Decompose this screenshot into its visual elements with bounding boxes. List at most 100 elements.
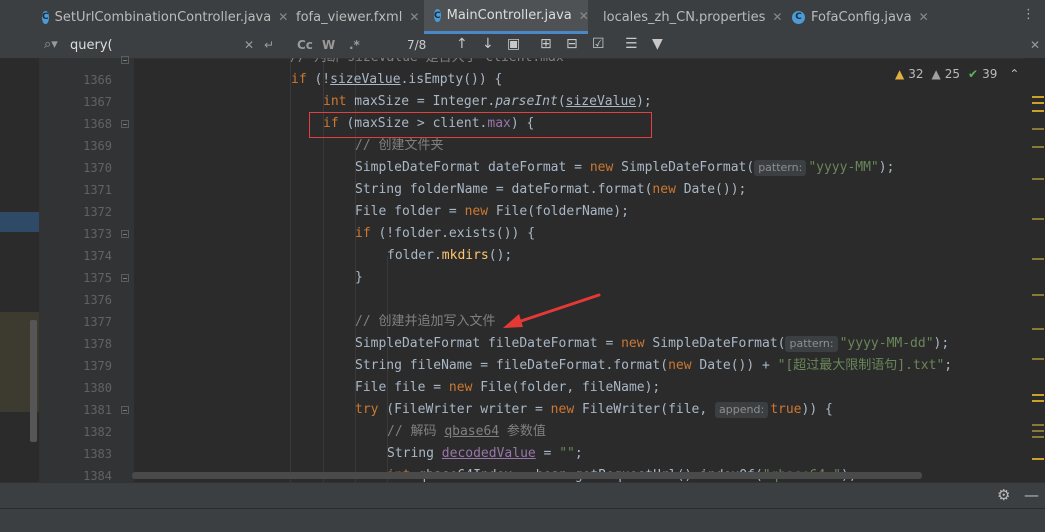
- marker[interactable]: [1032, 394, 1044, 396]
- tab-fofa-viewer-fxml[interactable]: fofa_viewer.fxml ✕: [290, 0, 419, 34]
- line-number: 1371: [83, 183, 112, 197]
- close-icon[interactable]: ✕: [409, 10, 419, 24]
- horizontal-scrollbar[interactable]: [132, 472, 922, 479]
- close-icon[interactable]: ✕: [772, 10, 782, 24]
- marker[interactable]: [1032, 258, 1044, 260]
- search-icon[interactable]: ⌕▾: [44, 37, 58, 52]
- java-class-icon: C: [42, 10, 49, 24]
- previous-occurrence-icon[interactable]: ↑: [456, 36, 468, 52]
- line-number: 1370: [83, 161, 112, 175]
- line-number: 1380: [83, 381, 112, 395]
- line-number: 1372: [83, 205, 112, 219]
- tab-label: fofa_viewer.fxml: [296, 9, 403, 25]
- regex-button[interactable]: .*: [349, 38, 360, 52]
- line-number: 1374: [83, 249, 112, 263]
- fold-marker-icon[interactable]: [121, 56, 129, 64]
- line-number: 1373: [83, 227, 112, 241]
- remove-occurrence-icon[interactable]: ⊟: [566, 36, 578, 52]
- new-line-icon[interactable]: ↵: [264, 38, 274, 52]
- marker[interactable]: [1032, 400, 1044, 402]
- filter-icon[interactable]: ▼: [652, 36, 663, 52]
- close-icon[interactable]: ✕: [278, 10, 288, 24]
- match-case-button[interactable]: Cc: [297, 38, 313, 52]
- inspection-widget[interactable]: ▲ 32 ▲ 25 ✔ 39 ⌃ ⌄: [895, 66, 1044, 82]
- line-number-gutter: 1366 1367 1368 1369 1370 1371 1372 1373 …: [40, 58, 134, 483]
- close-find-bar-icon[interactable]: ✕: [1030, 38, 1040, 52]
- line-number: 1368: [83, 117, 112, 131]
- code-line-1379: String fileName = fileDateFormat.format(…: [355, 358, 953, 373]
- warning-icon: ▲: [895, 67, 905, 81]
- code-line-1378: SimpleDateFormat fileDateFormat = new Si…: [355, 336, 950, 352]
- indent-guide: [290, 58, 291, 482]
- fold-marker-icon[interactable]: [121, 274, 129, 282]
- find-bar: ⌕▾ ✕ ↵ Cc W .* 7/8 ↑ ↓ ▣ ⊞ ⊟ ☑ ☰ ▼ ✕: [0, 34, 1045, 59]
- line-number: 1381: [83, 403, 112, 417]
- tab-label: SetUrlCombinationController.java: [54, 9, 272, 25]
- tab-fofaconfig[interactable]: C FofaConfig.java ✕: [792, 0, 932, 34]
- marker[interactable]: [1032, 294, 1044, 296]
- marker[interactable]: [1032, 358, 1044, 360]
- minimize-icon[interactable]: —: [1024, 486, 1039, 504]
- line-number: 1379: [83, 359, 112, 373]
- marker[interactable]: [1032, 128, 1044, 130]
- search-input[interactable]: [70, 36, 240, 55]
- marker[interactable]: [1032, 146, 1044, 148]
- code-line-1366: if (!sizeValue.isEmpty()) {: [291, 72, 503, 87]
- annotation-highlight-box: [309, 112, 652, 138]
- project-scrollbar[interactable]: [30, 320, 37, 442]
- code-line-1370: SimpleDateFormat dateFormat = new Simple…: [355, 160, 895, 176]
- tab-setur lcombinationcontroller[interactable]: C SetUrlCombinationController.java ✕: [42, 0, 288, 34]
- weak-warning-count: 25: [944, 67, 961, 81]
- line-number: 1382: [83, 425, 112, 439]
- fold-marker-icon[interactable]: [121, 120, 129, 128]
- marker[interactable]: [1032, 178, 1044, 180]
- tool-window-header: ⚙ —: [0, 482, 1045, 509]
- status-bar: [0, 508, 1045, 532]
- selected-tree-row[interactable]: [0, 212, 39, 232]
- line-number: 1366: [83, 73, 112, 87]
- code-line-1367: int maxSize = Integer.parseInt(sizeValue…: [323, 94, 652, 109]
- weak-warning-icon: ▲: [931, 67, 941, 81]
- tab-maincontroller[interactable]: C MainController.java ✕: [424, 0, 589, 34]
- code-line-1373: if (!folder.exists()) {: [355, 226, 536, 241]
- code-line-1375: }: [355, 270, 363, 285]
- close-icon[interactable]: ✕: [919, 10, 929, 24]
- editor-tab-bar: C SetUrlCombinationController.java ✕ fof…: [0, 0, 1045, 35]
- marker[interactable]: [1032, 102, 1044, 104]
- parameter-hint: pattern:: [754, 160, 807, 176]
- typo-check-icon: ✔: [968, 67, 979, 81]
- warning-count: 32: [908, 67, 924, 81]
- marker[interactable]: [1032, 458, 1044, 460]
- fold-marker-icon[interactable]: [121, 230, 129, 238]
- select-all-occurrences-icon[interactable]: ▣: [507, 36, 520, 52]
- add-occurrence-icon[interactable]: ⊞: [540, 36, 552, 52]
- select-occurrences-icon[interactable]: ☑: [592, 36, 605, 52]
- marker[interactable]: [1032, 328, 1044, 330]
- line-number: 1377: [83, 315, 112, 329]
- error-stripe[interactable]: [1025, 58, 1045, 482]
- marker[interactable]: [1032, 424, 1044, 426]
- marker[interactable]: [1032, 436, 1044, 438]
- line-number: 1375: [83, 271, 112, 285]
- next-occurrence-icon[interactable]: ↓: [482, 36, 494, 52]
- marker[interactable]: [1032, 110, 1044, 112]
- line-number: 1367: [83, 95, 112, 109]
- marker[interactable]: [1032, 218, 1044, 220]
- gear-icon[interactable]: ⚙: [997, 486, 1010, 504]
- code-line-1369: // 创建文件夹: [355, 138, 444, 153]
- tab-overflow-icon[interactable]: ⋮: [1022, 7, 1035, 22]
- clear-search-icon[interactable]: ✕: [244, 38, 254, 52]
- marker[interactable]: [1032, 430, 1044, 432]
- close-icon[interactable]: ✕: [579, 9, 589, 23]
- marker[interactable]: [1032, 96, 1044, 98]
- annotation-arrow-icon: [503, 293, 601, 328]
- filter-options-icon[interactable]: ☰: [625, 36, 638, 52]
- line-number: 1384: [83, 469, 112, 483]
- code-line-1374: folder.mkdirs();: [387, 248, 513, 263]
- chevron-up-icon[interactable]: ⌃: [1009, 67, 1019, 81]
- tab-locales-properties[interactable]: locales_zh_CN.properties ✕: [597, 0, 782, 34]
- fold-marker-icon[interactable]: [121, 406, 129, 414]
- whole-words-button[interactable]: W: [322, 38, 335, 52]
- parameter-hint: append:: [715, 402, 769, 418]
- code-line-partial: // 判断 sizeValue 是否大于 client.max: [290, 58, 564, 69]
